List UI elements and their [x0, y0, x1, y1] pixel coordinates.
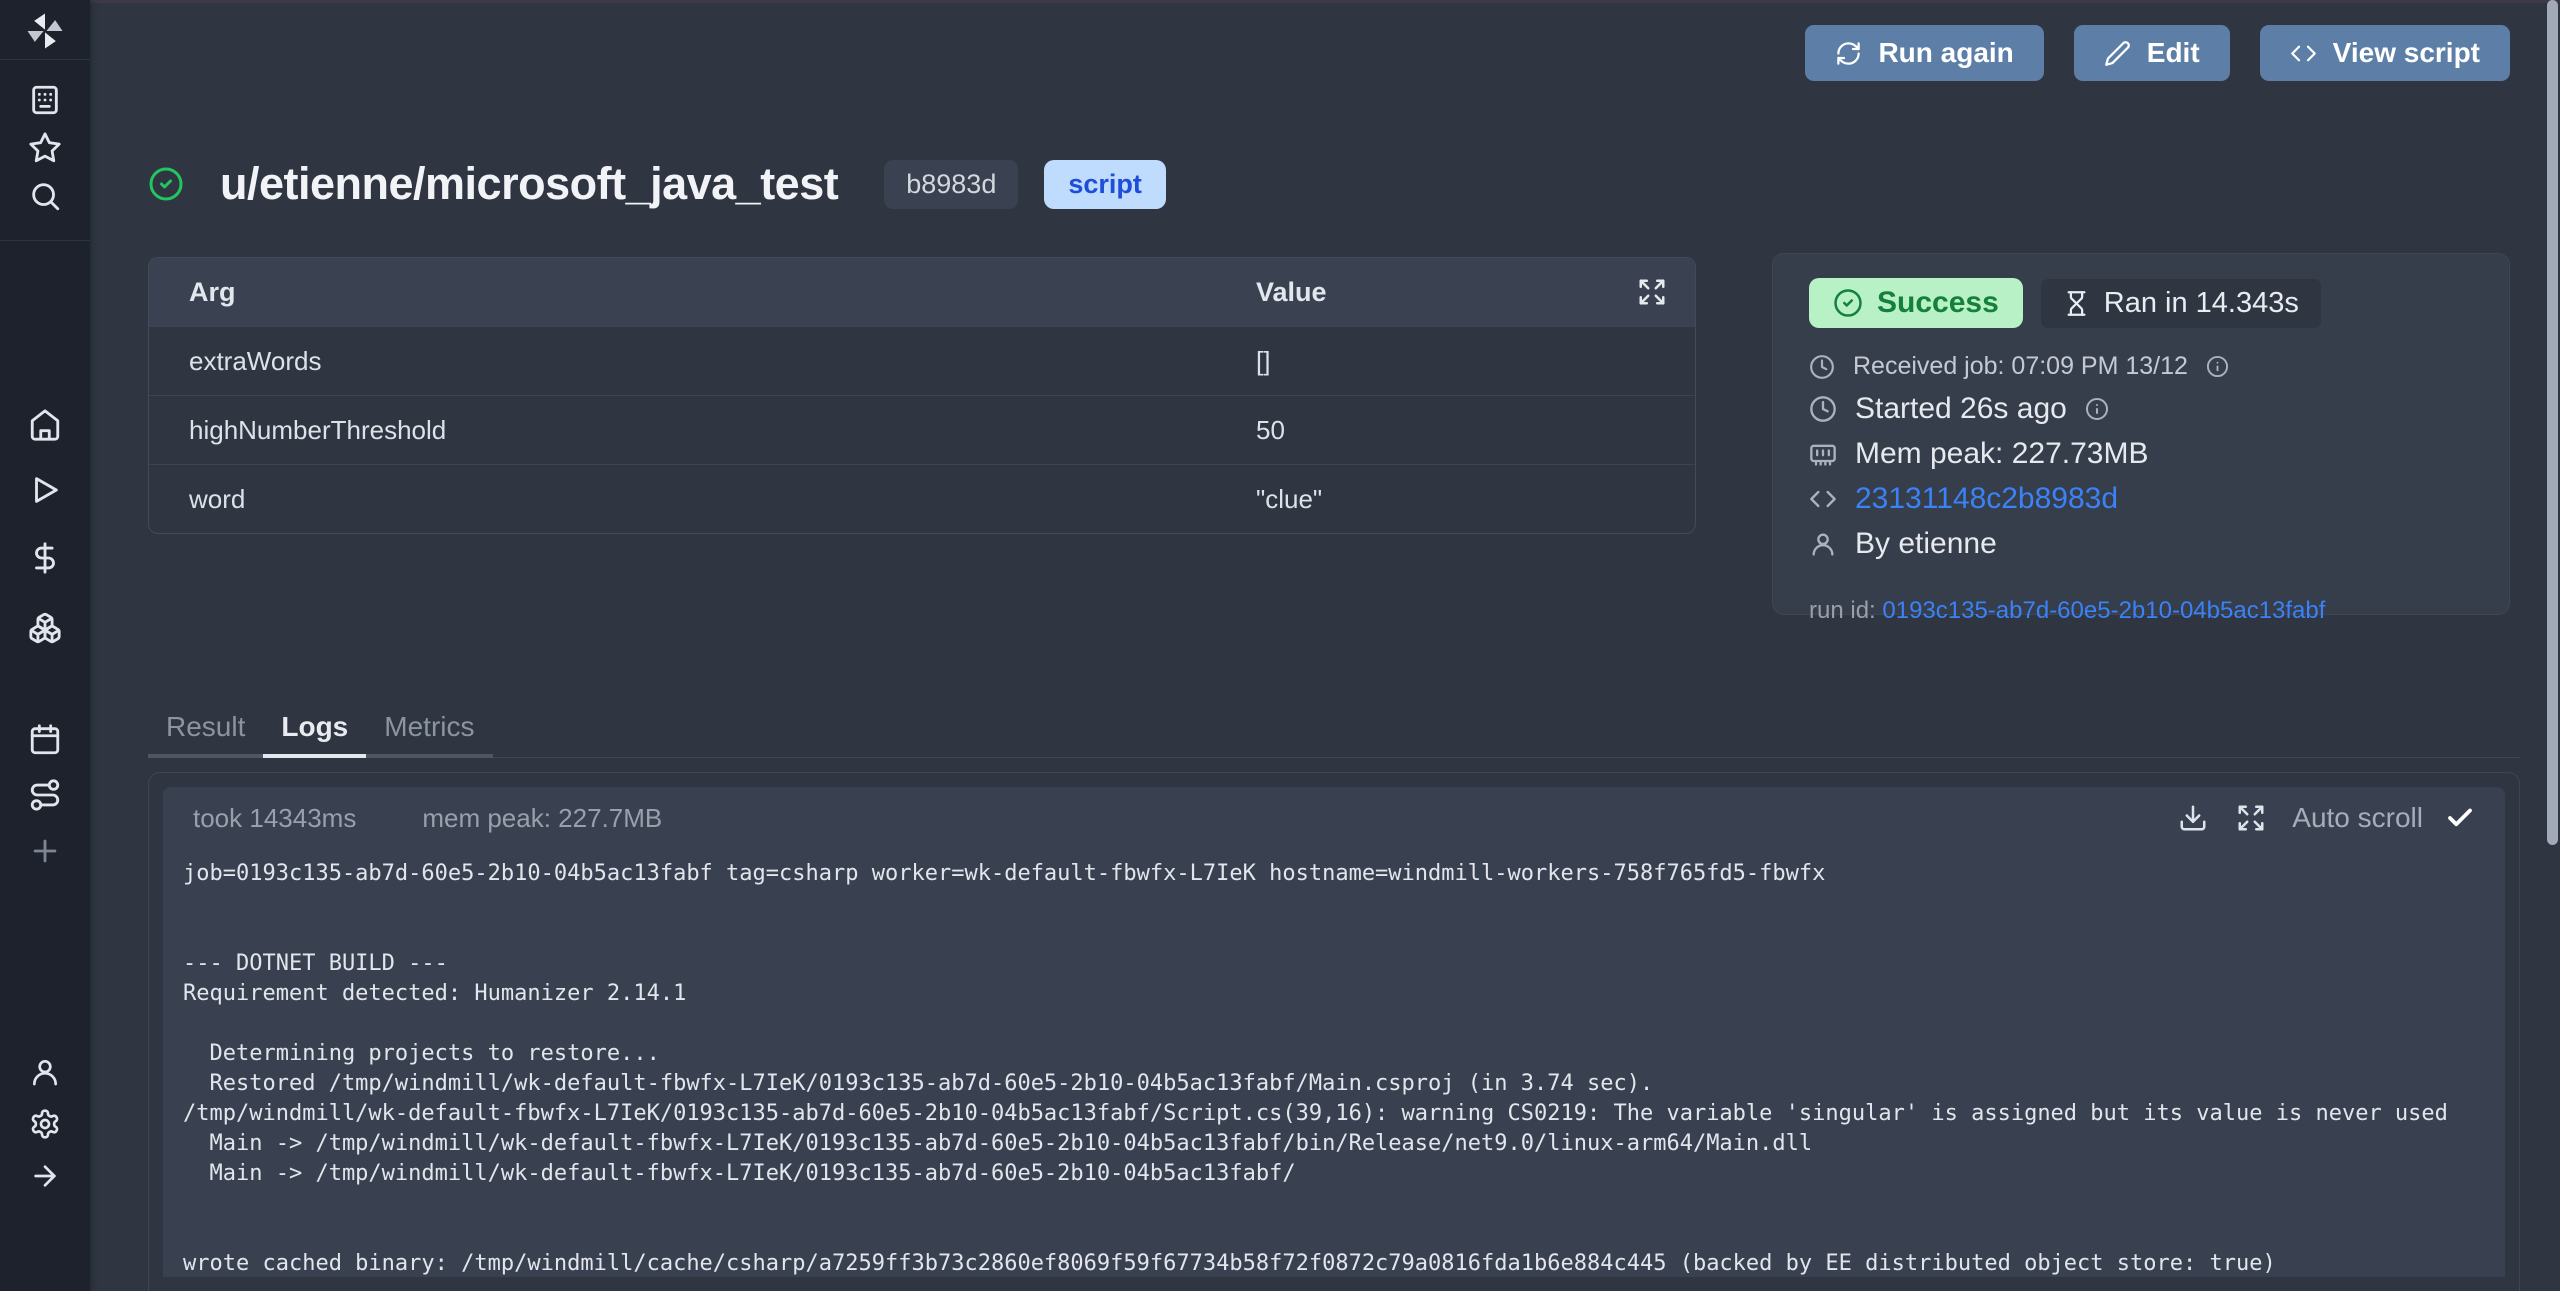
view-script-button[interactable]: View script	[2260, 25, 2510, 81]
route-icon[interactable]	[28, 778, 62, 812]
sidebar	[0, 0, 90, 1291]
window-top-edge	[0, 0, 2560, 3]
hourglass-icon	[2063, 290, 2090, 317]
success-check-icon	[148, 166, 184, 202]
dollar-icon[interactable]	[28, 541, 62, 575]
run-id-link[interactable]: 0193c135-ab7d-60e5-2b10-04b5ac13fabf	[1882, 597, 2325, 624]
args-table: Arg Value extraWords [] highNumberThresh…	[148, 257, 1696, 534]
run-again-label: Run again	[1878, 37, 2013, 69]
sidebar-divider	[0, 59, 90, 60]
info-icon[interactable]	[2206, 355, 2229, 378]
gear-icon[interactable]	[29, 1108, 61, 1140]
check-icon[interactable]	[2445, 803, 2475, 833]
author-text: By etienne	[1855, 527, 1997, 561]
check-circle-icon	[1833, 288, 1863, 318]
clock-icon	[1809, 395, 1837, 423]
took-text: took 14343ms	[193, 803, 356, 834]
download-icon[interactable]	[2178, 803, 2208, 833]
run-again-button[interactable]: Run again	[1805, 25, 2043, 81]
tab-metrics[interactable]: Metrics	[366, 700, 492, 758]
boxes-icon[interactable]	[28, 611, 62, 645]
mem-peak-text: Mem peak: 227.73MB	[1855, 437, 2148, 471]
user-icon	[1809, 530, 1837, 558]
home-icon[interactable]	[28, 408, 62, 442]
code-icon	[2290, 40, 2317, 67]
tab-logs[interactable]: Logs	[263, 700, 366, 758]
run-info-panel: Success Ran in 14.343s Received job: 07:…	[1772, 253, 2510, 615]
started-text: Started 26s ago	[1855, 392, 2067, 426]
hash-badge: b8983d	[884, 160, 1018, 209]
windmill-logo-icon[interactable]	[24, 10, 66, 52]
logs-header: took 14343ms mem peak: 227.7MB Auto scro…	[163, 787, 2505, 849]
args-table-header: Arg Value	[149, 258, 1695, 326]
edit-label: Edit	[2147, 37, 2200, 69]
edit-button[interactable]: Edit	[2074, 25, 2230, 81]
sidebar-divider	[0, 240, 90, 241]
table-row: highNumberThreshold 50	[149, 395, 1695, 464]
arg-value: 50	[1256, 415, 1285, 446]
page-scrollbar[interactable]	[2547, 0, 2558, 845]
commit-hash-link[interactable]: 23131148c2b8983d	[1855, 482, 2118, 516]
arg-column-header: Arg	[149, 277, 236, 308]
received-job-text: Received job: 07:09 PM 13/12	[1853, 352, 2188, 381]
log-output[interactable]: job=0193c135-ab7d-60e5-2b10-04b5ac13fabf…	[163, 849, 2505, 1277]
table-row: word "clue"	[149, 464, 1695, 533]
view-script-label: View script	[2333, 37, 2480, 69]
run-id-label: run id:	[1809, 597, 1876, 624]
status-badge: Success	[1809, 278, 2023, 328]
status-label: Success	[1877, 286, 1999, 320]
pencil-icon	[2104, 40, 2131, 67]
arg-value: "clue"	[1256, 484, 1322, 515]
play-icon[interactable]	[28, 473, 62, 507]
star-icon[interactable]	[28, 131, 62, 165]
calendar-icon[interactable]	[28, 723, 62, 757]
auto-scroll-label: Auto scroll	[2292, 802, 2423, 834]
expand-icon[interactable]	[2236, 803, 2266, 833]
value-column-header: Value	[1256, 277, 1327, 308]
arg-value: []	[1256, 346, 1270, 377]
calculator-icon[interactable]	[28, 83, 62, 117]
arrow-right-icon[interactable]	[29, 1160, 61, 1192]
plus-icon[interactable]	[28, 834, 62, 868]
code-icon	[1809, 485, 1837, 513]
logs-section: took 14343ms mem peak: 227.7MB Auto scro…	[148, 772, 2520, 1291]
table-row: extraWords []	[149, 326, 1695, 395]
duration-chip: Ran in 14.343s	[2041, 279, 2321, 328]
memory-icon	[1809, 440, 1837, 468]
logs-panel: took 14343ms mem peak: 227.7MB Auto scro…	[163, 787, 2505, 1277]
job-header: u/etienne/microsoft_java_test b8983d scr…	[148, 158, 1166, 210]
action-toolbar: Run again Edit View script	[1805, 25, 2510, 81]
duration-label: Ran in 14.343s	[2104, 287, 2299, 320]
result-tabs: Result Logs Metrics	[148, 700, 2520, 758]
refresh-icon	[1835, 40, 1862, 67]
expand-icon[interactable]	[1637, 277, 1667, 307]
arg-name: word	[149, 484, 245, 515]
page-title: u/etienne/microsoft_java_test	[220, 158, 838, 210]
script-type-badge: script	[1044, 160, 1166, 209]
arg-name: extraWords	[149, 346, 321, 377]
info-icon[interactable]	[2085, 397, 2109, 421]
user-icon[interactable]	[29, 1056, 61, 1088]
mem-peak-text: mem peak: 227.7MB	[422, 803, 662, 834]
tab-result[interactable]: Result	[148, 700, 263, 758]
search-icon[interactable]	[28, 179, 62, 213]
clock-icon	[1809, 354, 1835, 380]
arg-name: highNumberThreshold	[149, 415, 446, 446]
